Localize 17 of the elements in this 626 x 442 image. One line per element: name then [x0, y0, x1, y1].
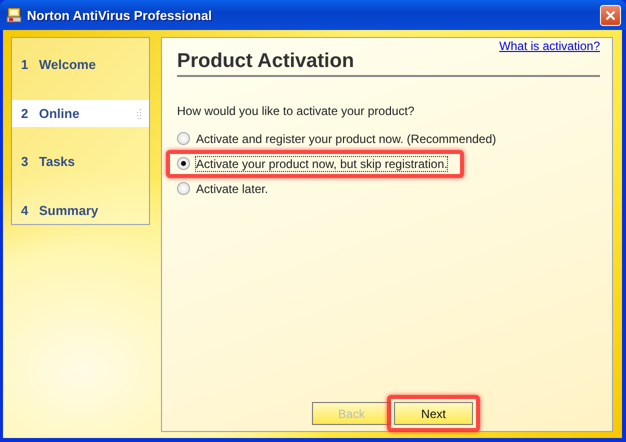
- radio-button[interactable]: [177, 157, 190, 170]
- option-label[interactable]: Activate and register your product now. (Recommended): [196, 132, 496, 146]
- window-title: Norton AntiVirus Professional: [27, 8, 212, 22]
- help-link[interactable]: What is activation?: [499, 39, 600, 53]
- radio-button[interactable]: [177, 182, 190, 195]
- step-item[interactable]: 3 Tasks: [12, 148, 149, 176]
- step-item[interactable]: 4 Summary: [12, 196, 149, 224]
- option-label[interactable]: Activate your product now, but skip registration.: [196, 156, 448, 170]
- next-button[interactable]: Next: [394, 402, 473, 425]
- radio-button[interactable]: [177, 132, 190, 145]
- question-text: How would you like to activate your product?: [177, 104, 416, 118]
- option-label[interactable]: Activate later.: [196, 182, 268, 196]
- step-item[interactable]: 1 Welcome: [12, 51, 149, 78]
- step-item[interactable]: 2 Online: [12, 100, 149, 127]
- close-button[interactable]: [600, 4, 621, 26]
- computer-icon: [6, 7, 22, 23]
- page-title: Product Activation: [177, 50, 600, 77]
